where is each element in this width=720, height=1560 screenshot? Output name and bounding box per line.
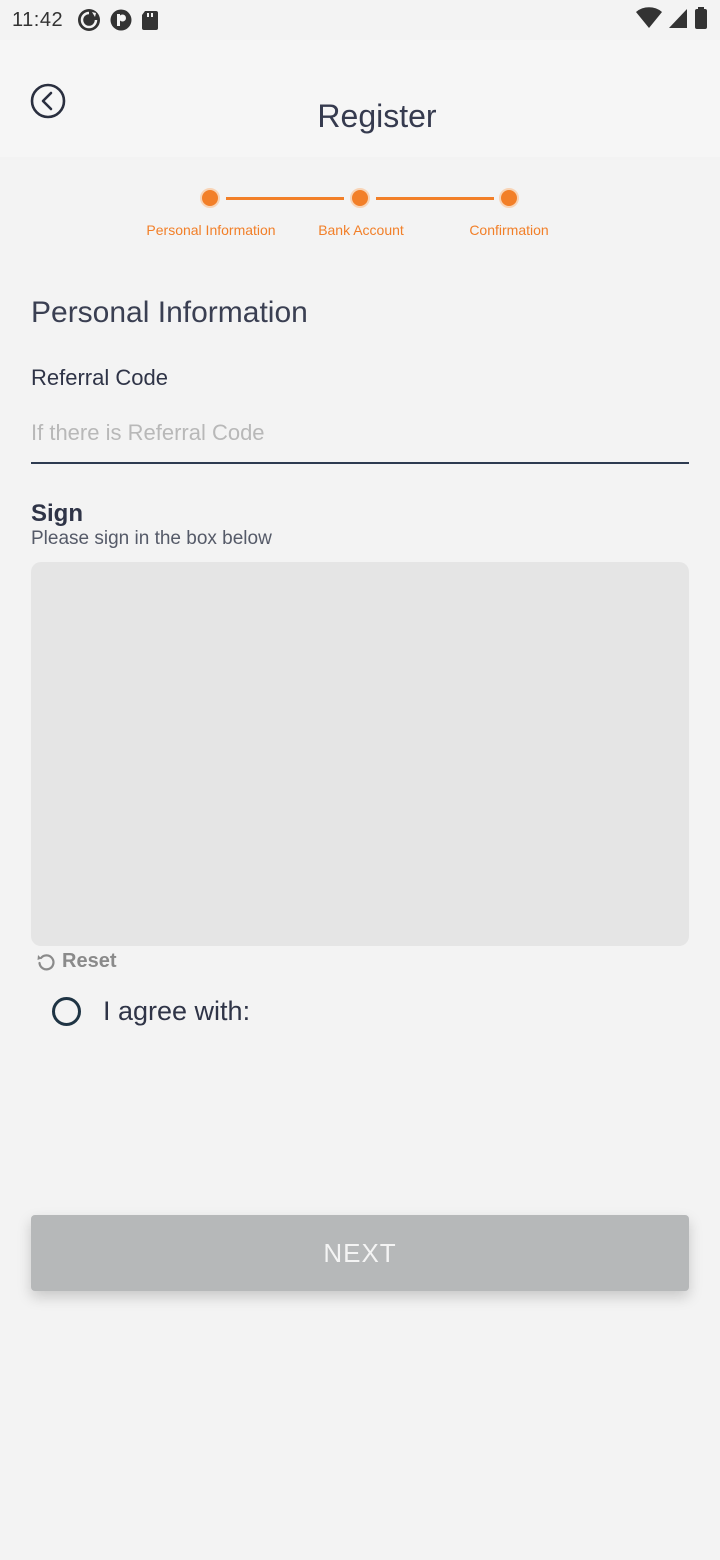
page-title: Register (317, 98, 437, 134)
step-dot-confirmation (499, 188, 519, 208)
step-connector-1 (226, 197, 344, 200)
section-title: Personal Information (31, 296, 308, 329)
p-icon (110, 9, 132, 31)
reset-signature-button[interactable]: Reset (36, 950, 116, 973)
step-label-confirmation: Confirmation (469, 222, 549, 238)
step-label-bank-account: Bank Account (318, 222, 404, 238)
sync-icon (78, 9, 101, 31)
app-header: Register (0, 40, 720, 157)
sign-label: Sign (31, 500, 83, 527)
agree-row: I agree with: (52, 996, 250, 1027)
reset-label: Reset (62, 950, 117, 972)
wifi-icon (636, 7, 662, 29)
status-icons-right (636, 6, 708, 30)
battery-icon (695, 7, 707, 29)
signature-pad[interactable] (31, 562, 689, 946)
sign-help-text: Please sign in the box below (31, 528, 272, 549)
progress-stepper: Personal Information Bank Account Confir… (0, 180, 720, 250)
status-time: 11:42 (12, 8, 64, 31)
step-dot-bank-account (350, 188, 370, 208)
referral-code-input[interactable] (31, 410, 689, 464)
referral-code-label: Referral Code (31, 365, 168, 390)
agree-label: I agree with: (103, 996, 251, 1026)
step-label-personal-information: Personal Information (146, 222, 276, 238)
signal-icon (669, 9, 687, 28)
status-bar: 11:42 (0, 0, 720, 40)
next-button[interactable]: NEXT (31, 1215, 689, 1291)
sd-card-icon (142, 11, 159, 30)
step-connector-2 (376, 197, 494, 200)
reset-icon (37, 953, 55, 970)
step-dot-personal-information (200, 188, 220, 208)
status-icons-left (77, 8, 159, 32)
agree-radio[interactable] (52, 997, 81, 1026)
